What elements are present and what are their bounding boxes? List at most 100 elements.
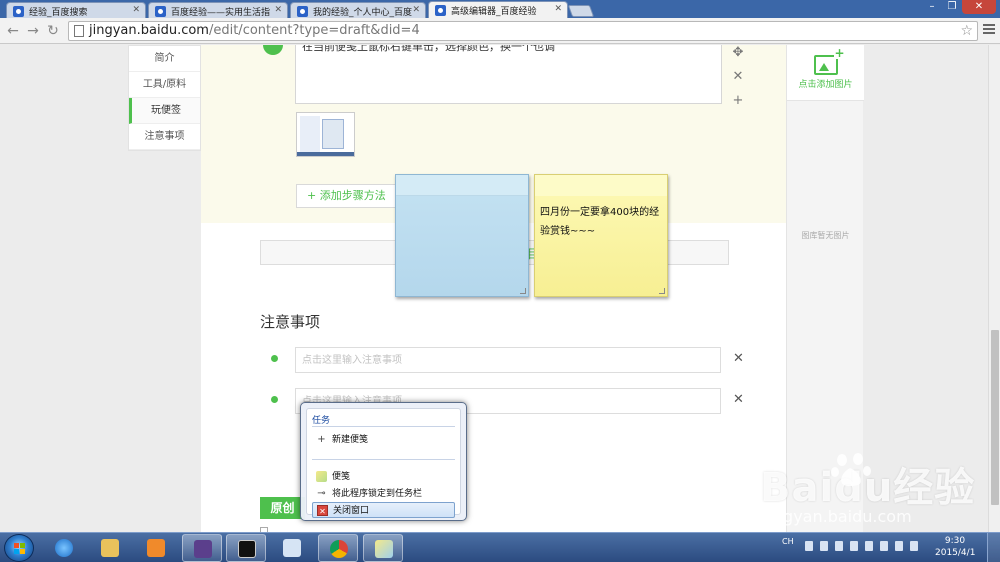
original-button[interactable]: 原创 [260, 497, 305, 519]
bullet-icon [271, 396, 278, 403]
sticky-note-yellow[interactable]: 四月份一定要拿400块的经验赏钱~~~ [534, 174, 668, 297]
step-number-badge [263, 45, 283, 55]
restore-icon[interactable]: ❐ [942, 0, 962, 14]
back-icon[interactable]: ← [4, 22, 22, 40]
clock-time: 9:30 [944, 536, 966, 546]
sticky-notes-icon [375, 540, 393, 558]
note-input[interactable] [295, 347, 721, 373]
minimize-icon[interactable]: – [922, 0, 942, 14]
jump-list-new-note[interactable]: + 新建便笺 [312, 432, 455, 448]
step-text: 在当前便笺上鼠标右键单击，选择颜色，换一个也调 [302, 45, 555, 53]
resize-grip-icon[interactable] [659, 288, 665, 294]
library-empty-label: 图库暂无图片 [801, 231, 850, 240]
add-image-button[interactable]: 点击添加图片 [787, 45, 864, 101]
close-icon[interactable]: ✕ [731, 65, 745, 89]
close-icon[interactable]: ✕ [132, 5, 140, 15]
app-name-label: 便笺 [332, 472, 351, 482]
internet-explorer-icon [55, 539, 73, 557]
divider [312, 426, 455, 427]
folder-icon [101, 539, 119, 557]
tab-advanced-editor[interactable]: 高级编辑器_百度经验 ✕ [428, 1, 568, 18]
step-textarea[interactable]: 在当前便笺上鼠标右键单击，选择颜色，换一个也调 [295, 45, 722, 104]
sticky-notes-icon [316, 471, 327, 482]
taskbar-ie[interactable] [44, 534, 84, 562]
sticky-note-text[interactable]: 四月份一定要拿400块的经验赏钱~~~ [535, 196, 667, 248]
plus-icon: + [317, 434, 326, 445]
browser-toolbar: ← → ↻ jingyan.baidu.com/edit/content?typ… [0, 18, 1000, 44]
help-icon[interactable] [820, 541, 828, 551]
paint-icon [283, 539, 301, 557]
jump-list-pin[interactable]: ⊸ 将此程序锁定到任务栏 [312, 486, 455, 502]
app-icon [194, 540, 212, 558]
sticky-note-blue[interactable] [395, 174, 529, 297]
tray-icon[interactable] [805, 541, 813, 551]
taskbar-app[interactable] [182, 534, 222, 562]
tray-icon[interactable] [850, 541, 858, 551]
forward-icon[interactable]: → [24, 22, 42, 40]
taskbar-jump-list: 任务 + 新建便笺 便笺 ⊸ 将此程序锁定到任务栏 ✕ 关闭窗口 [300, 402, 467, 521]
move-icon[interactable]: ✥ [731, 45, 745, 65]
nav-item-tools[interactable]: 工具/原料 [129, 72, 200, 98]
close-icon[interactable]: ✕ [274, 5, 282, 15]
taskbar-media[interactable] [136, 534, 176, 562]
volume-icon[interactable] [910, 541, 918, 551]
divider [312, 459, 455, 460]
taskbar-paint[interactable] [272, 534, 312, 562]
media-player-icon [147, 539, 165, 557]
taskbar-sticky-notes[interactable] [363, 534, 403, 562]
page-icon [74, 25, 84, 37]
address-bar[interactable]: jingyan.baidu.com/edit/content?type=draf… [68, 21, 978, 41]
start-button[interactable] [4, 534, 34, 562]
tab-search[interactable]: 经验_百度搜索 ✕ [6, 2, 146, 18]
scrollbar-thumb[interactable] [991, 330, 999, 505]
resize-grip-icon[interactable] [520, 288, 526, 294]
delete-icon[interactable]: ✕ [733, 351, 744, 366]
step-tools: ✥ ✕ + [731, 45, 745, 113]
reload-icon[interactable]: ↻ [44, 22, 62, 40]
flag-icon[interactable] [865, 541, 873, 551]
notes-section-title: 注意事项 [260, 313, 321, 331]
jump-list-app[interactable]: 便笺 [312, 469, 455, 485]
tray-icon[interactable] [835, 541, 843, 551]
baidu-paw-icon [297, 6, 308, 17]
close-icon[interactable]: ✕ [412, 5, 420, 15]
sticky-note-titlebar[interactable] [535, 175, 667, 196]
image-library-panel: 点击添加图片 图库暂无图片 [786, 45, 864, 532]
close-window-icon: ✕ [317, 505, 328, 516]
chrome-icon [330, 540, 348, 558]
nav-item-intro[interactable]: 简介 [129, 46, 200, 72]
nav-item-notes[interactable]: 注意事项 [129, 124, 200, 150]
step-image-thumbnail[interactable] [296, 112, 355, 157]
tab-label: 百度经验——实用生活指 [171, 8, 271, 18]
taskbar-cmd[interactable] [226, 534, 266, 562]
close-icon[interactable]: ✕ [554, 4, 562, 14]
taskbar-chrome[interactable] [318, 534, 358, 562]
add-step-label: 添加步骤方法 [319, 189, 386, 202]
delete-icon[interactable]: ✕ [733, 392, 744, 407]
sticky-note-titlebar[interactable] [396, 175, 528, 196]
plus-icon[interactable]: + [731, 89, 745, 113]
new-tab-button[interactable] [567, 5, 595, 17]
bookmark-star-icon[interactable]: ☆ [960, 22, 973, 40]
page-scrollbar[interactable] [988, 45, 1000, 532]
jump-list-body: 任务 + 新建便笺 便笺 ⊸ 将此程序锁定到任务栏 ✕ 关闭窗口 [306, 408, 461, 518]
tab-jingyan-home[interactable]: 百度经验——实用生活指 ✕ [148, 2, 288, 18]
taskbar-explorer[interactable] [90, 534, 130, 562]
nav-item-steps[interactable]: 玩便签 [129, 98, 200, 124]
windows-logo-icon [14, 543, 26, 555]
baidu-paw-icon [155, 6, 166, 17]
tab-personal-center[interactable]: 我的经验_个人中心_百度 ✕ [290, 2, 426, 18]
pin-icon: ⊸ [317, 488, 326, 499]
show-desktop-button[interactable] [987, 533, 1000, 562]
url-host: jingyan.baidu.com [89, 23, 209, 38]
chrome-menu-icon[interactable] [983, 24, 995, 36]
network-icon[interactable] [880, 541, 888, 551]
add-step-button[interactable]: + 添加步骤方法 [296, 184, 396, 208]
new-note-label: 新建便笺 [332, 435, 369, 445]
add-image-label: 点击添加图片 [798, 80, 853, 90]
network-icon[interactable] [895, 541, 903, 551]
clock[interactable]: 9:30 2015/4/1 [935, 535, 975, 559]
close-window-icon[interactable]: ✕ [962, 0, 996, 14]
language-indicator[interactable]: CH [782, 537, 794, 546]
jump-list-close-window[interactable]: ✕ 关闭窗口 [312, 502, 455, 518]
